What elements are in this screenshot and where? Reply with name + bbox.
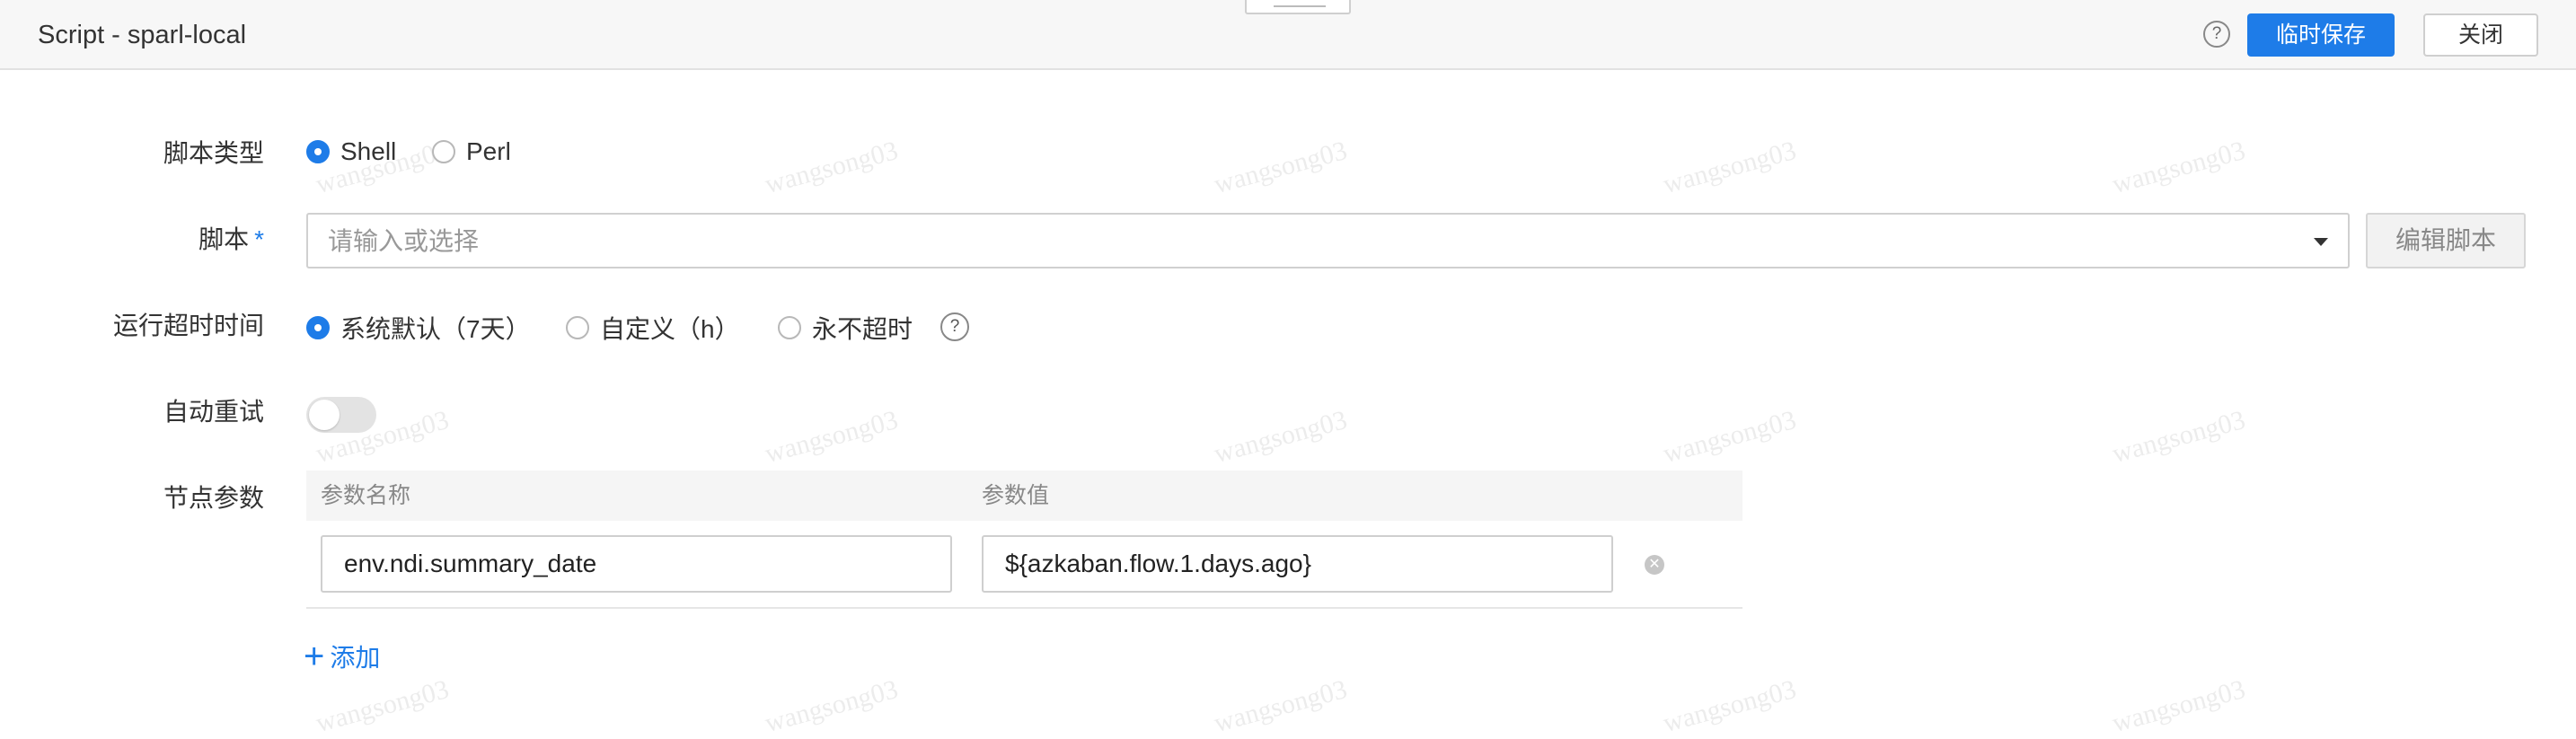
radio-perl[interactable]: Perl: [432, 137, 511, 166]
radio-timeout-never[interactable]: 永不超时: [778, 310, 913, 346]
watermark-text: wangsong03: [2109, 135, 2249, 200]
script-select-placeholder: 请输入或选择: [328, 227, 480, 255]
radio-perl-label: Perl: [466, 137, 511, 165]
script-select[interactable]: 请输入或选择: [306, 213, 2350, 268]
watermark-text: wangsong03: [762, 135, 902, 200]
radio-timeout-never-label: 永不超时: [812, 315, 913, 343]
script-label-text: 脚本: [198, 225, 250, 253]
watermark-text: wangsong03: [1660, 135, 1800, 200]
add-param-label: 添加: [330, 644, 381, 672]
dialog-header: Script - sparl-local ? 临时保存 关闭: [0, 0, 2576, 70]
node-params-table: 参数名称 参数值 env.ndi.summary_date ${azkaban.…: [306, 471, 1742, 609]
watermark-text: wangsong03: [762, 673, 902, 739]
radio-timeout-custom-label: 自定义（h）: [600, 315, 740, 343]
watermark-text: wangsong03: [1211, 135, 1351, 200]
help-icon[interactable]: ?: [2203, 21, 2230, 48]
timeout-label: 运行超时时间: [112, 312, 264, 339]
close-button[interactable]: 关闭: [2423, 13, 2538, 57]
radio-unchecked-icon: [432, 140, 455, 163]
add-param-button[interactable]: + 添加: [304, 638, 380, 674]
dialog-title: Script - sparl-local: [38, 21, 247, 49]
timeout-help-icon[interactable]: ?: [940, 312, 969, 341]
column-header-name: 参数名称: [321, 483, 411, 508]
node-params-label: 节点参数: [163, 484, 264, 512]
param-value-input[interactable]: ${azkaban.flow.1.days.ago}: [982, 535, 1613, 593]
radio-checked-icon: [306, 140, 330, 163]
caret-down-icon: [2314, 238, 2328, 246]
table-row: env.ndi.summary_date ${azkaban.flow.1.da…: [306, 521, 1742, 609]
script-type-label: 脚本类型: [163, 139, 264, 167]
remove-row-icon[interactable]: ✕: [1645, 555, 1664, 575]
auto-retry-label: 自动重试: [163, 398, 264, 426]
radio-timeout-custom[interactable]: 自定义（h）: [566, 310, 740, 346]
radio-shell-label: Shell: [340, 137, 397, 165]
auto-retry-toggle[interactable]: [306, 397, 376, 433]
plus-icon: +: [304, 637, 325, 676]
column-header-value: 参数值: [982, 483, 1050, 508]
script-label: 脚本 *: [198, 224, 264, 256]
radio-shell[interactable]: Shell: [306, 137, 396, 166]
watermark-text: wangsong03: [2109, 673, 2249, 739]
drag-handle[interactable]: [1245, 0, 1351, 14]
required-mark: *: [254, 225, 264, 253]
table-header: 参数名称 参数值: [306, 471, 1742, 521]
param-name-input[interactable]: env.ndi.summary_date: [321, 535, 952, 593]
radio-unchecked-icon: [778, 316, 801, 339]
radio-unchecked-icon: [566, 316, 589, 339]
watermark-text: wangsong03: [313, 673, 453, 739]
watermark-text: wangsong03: [2109, 404, 2249, 470]
watermark-text: wangsong03: [1660, 404, 1800, 470]
watermark-text: wangsong03: [1211, 673, 1351, 739]
radio-timeout-default[interactable]: 系统默认（7天）: [306, 310, 531, 346]
temp-save-button[interactable]: 临时保存: [2247, 13, 2395, 57]
radio-checked-icon: [306, 316, 330, 339]
watermark-text: wangsong03: [1660, 673, 1800, 739]
watermark-text: wangsong03: [1211, 404, 1351, 470]
radio-timeout-default-label: 系统默认（7天）: [340, 315, 531, 343]
edit-script-button[interactable]: 编辑脚本: [2366, 213, 2526, 268]
watermark-text: wangsong03: [762, 404, 902, 470]
